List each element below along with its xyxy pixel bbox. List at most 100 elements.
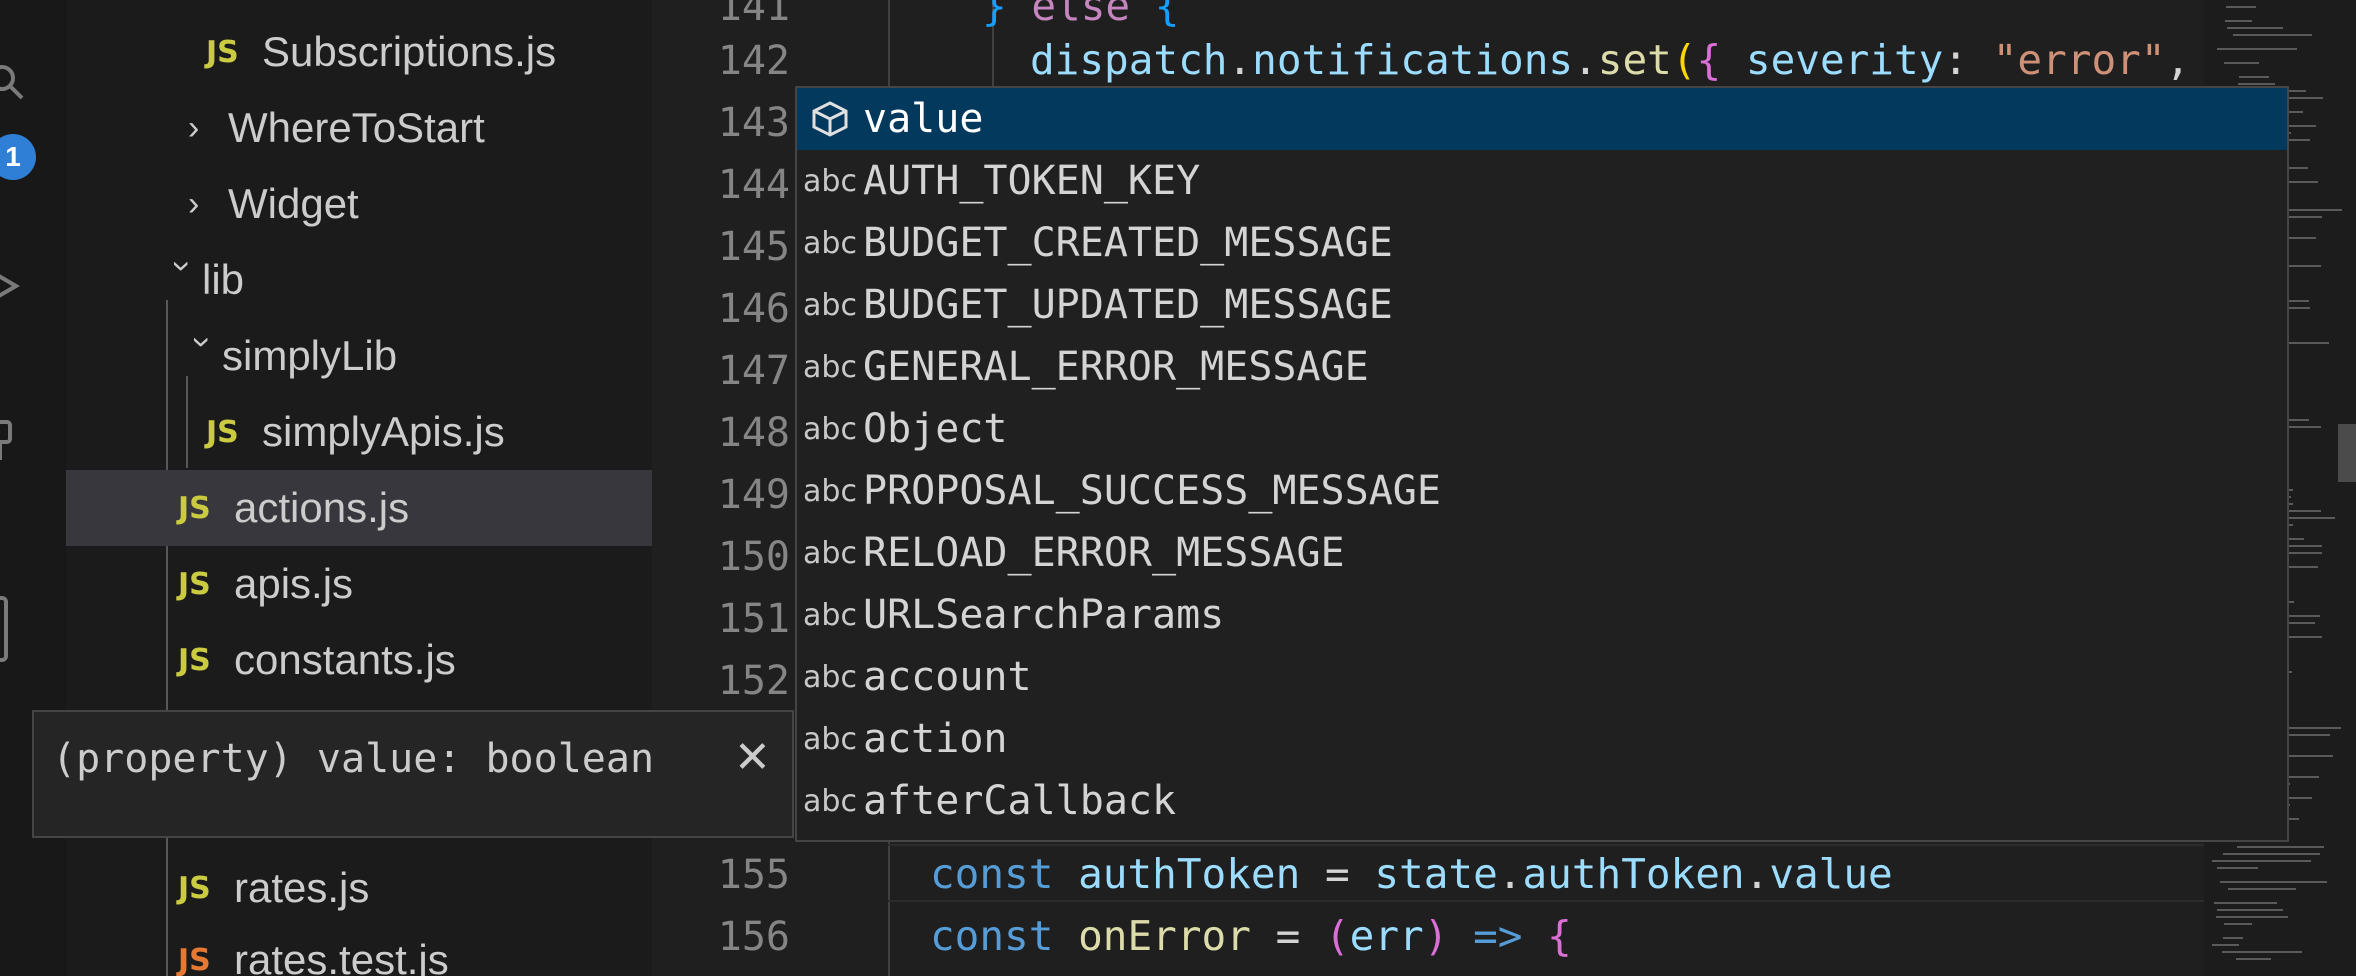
token-variable: authToken <box>1522 850 1745 898</box>
search-icon[interactable] <box>0 62 28 102</box>
extensions-icon[interactable] <box>0 420 28 460</box>
suggestion-label: value <box>863 96 984 142</box>
folder-lib[interactable]: › lib <box>66 242 652 318</box>
token-string: "error" <box>1992 36 2166 84</box>
folder-label: WhereToStart <box>228 104 485 151</box>
file-actions[interactable]: JS actions.js <box>66 470 652 546</box>
suggestion-item[interactable]: abc RELOAD_ERROR_MESSAGE <box>797 522 2287 584</box>
chevron-right-icon: › <box>188 184 200 223</box>
text-icon: abc <box>803 535 857 571</box>
file-simplyapis[interactable]: JS simplyApis.js <box>66 394 652 470</box>
token: ) <box>1423 912 1449 960</box>
minimap-line <box>2238 83 2275 85</box>
js-file-icon: JS <box>178 566 211 602</box>
suggestion-item-value[interactable]: value <box>797 88 2287 150</box>
suggestion-label: BUDGET_CREATED_MESSAGE <box>863 220 1393 266</box>
minimap-line <box>2224 62 2259 64</box>
token: = <box>1250 912 1325 960</box>
suggestion-item[interactable]: abc afterCallback <box>797 770 2287 832</box>
token: , <box>2165 36 2191 84</box>
file-constants[interactable]: JS constants.js <box>66 622 652 698</box>
token: . <box>1497 850 1523 898</box>
token: { <box>1547 912 1572 960</box>
suggestion-item[interactable]: abc BUDGET_UPDATED_MESSAGE <box>797 274 2287 336</box>
token-variable: authToken <box>1078 850 1301 898</box>
minimap-line <box>2212 944 2239 946</box>
token-variable: err <box>1349 912 1424 960</box>
js-file-icon: JS <box>206 414 239 450</box>
minimap-line <box>2217 867 2258 869</box>
suggestion-label: RELOAD_ERROR_MESSAGE <box>863 530 1345 576</box>
file-rates-test[interactable]: JS rates.test.js <box>66 922 652 976</box>
suggestion-item[interactable]: abc AUTH_TOKEN_KEY <box>797 150 2287 212</box>
suggestion-label: PROPOSAL_SUCCESS_MESSAGE <box>863 468 1441 514</box>
suggestion-item[interactable]: abc URLSearchParams <box>797 584 2287 646</box>
suggestion-item[interactable]: abc action <box>797 708 2287 770</box>
chevron-down-icon: › <box>163 260 202 272</box>
folder-simplylib[interactable]: › simplyLib <box>66 318 652 394</box>
js-test-file-icon: JS <box>178 942 211 976</box>
suggestion-label: Object <box>863 406 1008 452</box>
token-variable: notifications <box>1252 36 1574 84</box>
token: ( <box>1671 36 1697 84</box>
suggestion-item[interactable]: abc PROPOSAL_SUCCESS_MESSAGE <box>797 460 2287 522</box>
file-label: Subscriptions.js <box>262 28 557 75</box>
file-label: actions.js <box>234 484 410 531</box>
source-control-badge[interactable]: 1 <box>0 134 36 180</box>
line-number: 146 <box>717 286 790 332</box>
file-rates[interactable]: JS rates.js <box>66 850 652 926</box>
line-number: 151 <box>717 596 790 642</box>
text-icon: abc <box>803 225 857 261</box>
suggestion-label: account <box>863 654 1032 700</box>
folder-widget[interactable]: › Widget <box>66 166 652 242</box>
minimap-line <box>2223 853 2320 855</box>
token-variable: dispatch <box>1030 36 1228 84</box>
hover-tooltip: (property) value: boolean ✕ <box>32 710 794 838</box>
line-number: 152 <box>717 658 790 704</box>
token: { <box>1130 0 1180 30</box>
line-number: 148 <box>717 410 790 456</box>
text-icon: abc <box>803 349 857 385</box>
text-icon: abc <box>803 721 857 757</box>
token-keyword: else <box>1031 0 1131 30</box>
token: } <box>982 0 1032 30</box>
token-storage: const <box>930 850 1079 898</box>
minimap-line <box>2217 909 2283 911</box>
suggest-widget[interactable]: value abc AUTH_TOKEN_KEY abc BUDGET_CREA… <box>795 86 2289 842</box>
js-file-icon: JS <box>178 642 211 678</box>
code-line-142: dispatch.notifications.set({ severity: "… <box>1030 36 2190 84</box>
suggestion-item[interactable]: abc account <box>797 646 2287 708</box>
file-subscriptions[interactable]: JS Subscriptions.js <box>66 14 652 90</box>
line-number: 144 <box>717 162 790 208</box>
remote-explorer-icon[interactable] <box>0 594 28 664</box>
text-icon: abc <box>803 783 857 819</box>
suggestion-item[interactable]: abc Object <box>797 398 2287 460</box>
folder-wheretostart[interactable]: › WhereToStart <box>66 90 652 166</box>
minimap-line <box>2239 76 2269 78</box>
close-icon[interactable]: ✕ <box>734 732 771 783</box>
line-number: 141 <box>717 0 790 30</box>
token-variable: state <box>1374 850 1498 898</box>
folder-label: lib <box>202 256 245 303</box>
token: = <box>1300 850 1375 898</box>
suggestion-label: afterCallback <box>863 778 1177 824</box>
chevron-down-icon: › <box>183 336 222 348</box>
minimap-line <box>2225 20 2252 22</box>
run-debug-icon[interactable] <box>0 266 28 306</box>
minimap-line <box>2220 881 2327 883</box>
suggestion-item[interactable]: abc BUDGET_CREATED_MESSAGE <box>797 212 2287 274</box>
token-storage: const <box>930 912 1079 960</box>
code-line-141: } else { <box>982 0 1180 30</box>
minimap-line <box>2228 888 2296 890</box>
suggestion-label: AUTH_TOKEN_KEY <box>863 158 1201 204</box>
file-apis[interactable]: JS apis.js <box>66 546 652 622</box>
current-line-border <box>888 844 2204 846</box>
file-label: rates.test.js <box>234 936 449 976</box>
token: ( <box>1324 912 1350 960</box>
minimap-scrollbar[interactable] <box>2338 424 2356 482</box>
token-function: set <box>1597 36 1672 84</box>
token-storage: => <box>1448 912 1548 960</box>
suggestion-item[interactable]: abc GENERAL_ERROR_MESSAGE <box>797 336 2287 398</box>
token: : <box>1943 36 1993 84</box>
token: . <box>1744 850 1770 898</box>
